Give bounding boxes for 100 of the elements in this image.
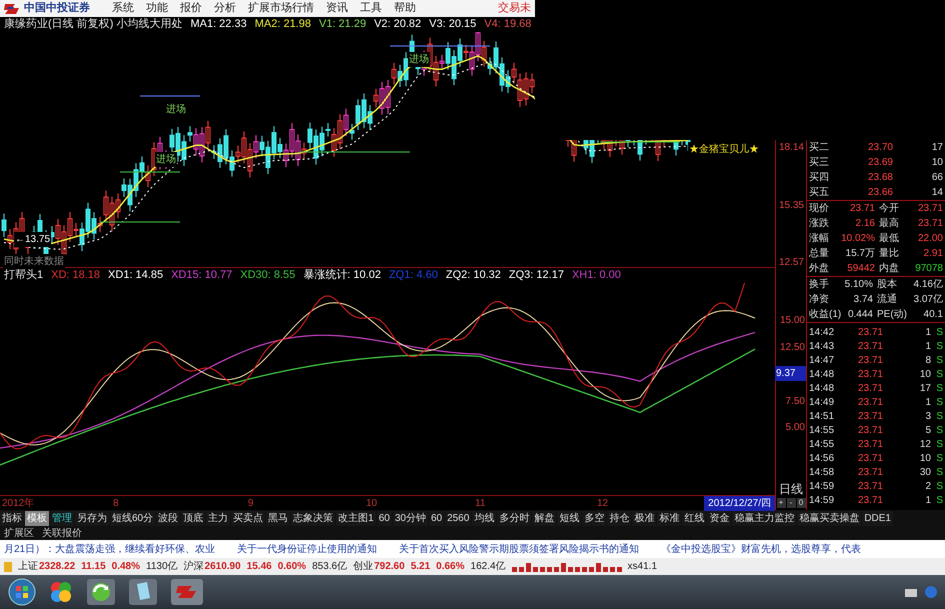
news-headline[interactable]: 关于首次买入风险警示期股票须签署风险揭示书的通知 bbox=[399, 542, 640, 556]
tick-volume: 1 bbox=[924, 340, 931, 354]
tab[interactable]: 志象决策 bbox=[291, 511, 336, 526]
tab[interactable]: 短线60分 bbox=[110, 511, 156, 526]
news-headline[interactable]: 月21日）：大盘震荡走强，继续看好环保、农业 bbox=[4, 542, 216, 556]
tick-volume: 10 bbox=[918, 452, 931, 466]
tab[interactable]: 多空 bbox=[582, 511, 606, 526]
tab[interactable]: 黑马 bbox=[266, 511, 290, 526]
colorful-app-icon[interactable] bbox=[48, 579, 74, 605]
tick-volume: 3 bbox=[924, 410, 931, 424]
tab[interactable]: 资金 bbox=[707, 511, 732, 526]
tab[interactable]: 改主图1 bbox=[336, 511, 376, 526]
quote-label: 买三 bbox=[809, 156, 830, 170]
news-headline[interactable]: 关于一代身份证停止使用的通知 bbox=[237, 542, 378, 556]
tick-price: 23.71 bbox=[856, 396, 883, 410]
tab[interactable]: 均线 bbox=[472, 511, 496, 526]
tick-side: S bbox=[935, 410, 943, 424]
tick-side: S bbox=[935, 494, 943, 508]
tick-side: S bbox=[935, 452, 943, 466]
tab[interactable]: 60 bbox=[376, 511, 392, 526]
tick-time: 14:58 bbox=[809, 466, 836, 480]
tab[interactable]: 波段 bbox=[156, 511, 180, 526]
tick-time: 14:47 bbox=[809, 354, 836, 368]
quote-label: 外盘 bbox=[809, 262, 830, 276]
tab[interactable]: 60 bbox=[428, 511, 444, 526]
tab[interactable]: 2560 bbox=[445, 511, 472, 526]
indicator-value: V1: 21.29 bbox=[318, 17, 366, 32]
indicator-value: ZQ2: 10.32 bbox=[446, 268, 501, 284]
tab[interactable]: 短线 bbox=[557, 511, 582, 526]
quote-label: 今开 bbox=[879, 202, 900, 216]
tray-icon[interactable] bbox=[905, 587, 917, 597]
tick-price: 23.71 bbox=[856, 480, 883, 494]
tab[interactable]: DDE1 bbox=[862, 511, 893, 526]
tab[interactable]: 多分时 bbox=[497, 511, 532, 526]
quote-label: 内盘 bbox=[879, 262, 900, 276]
trade-label[interactable]: 交易未 bbox=[498, 0, 531, 17]
extension-tab[interactable]: 关联报价 bbox=[42, 526, 82, 541]
tab[interactable]: 主力 bbox=[206, 511, 230, 526]
tick-time: 14:59 bbox=[809, 494, 836, 508]
menu-item[interactable]: 工具 bbox=[360, 0, 382, 17]
tick-volume: 1 bbox=[924, 494, 931, 508]
quote-label: 股本 bbox=[877, 278, 897, 292]
menu-item[interactable]: 功能 bbox=[146, 0, 168, 17]
quote-label: 流通 bbox=[877, 292, 897, 307]
trading-app-icon[interactable] bbox=[170, 578, 204, 606]
zoom-button[interactable]: 0 bbox=[796, 498, 806, 508]
zoom-button[interactable]: + bbox=[776, 498, 786, 508]
tab[interactable]: 稳赢买卖操盘 bbox=[797, 511, 862, 526]
start-button-icon[interactable] bbox=[8, 578, 36, 606]
extension-tab[interactable]: 扩展区 bbox=[4, 526, 34, 541]
indicator-value: 暴涨统计: 10.02 bbox=[303, 268, 381, 284]
tab[interactable]: 极准 bbox=[632, 511, 656, 526]
status-icon bbox=[4, 562, 12, 572]
low-price-label: ←13.75 bbox=[14, 232, 52, 247]
tab[interactable]: 顶底 bbox=[181, 511, 206, 526]
quote-value: 23.70 bbox=[866, 141, 893, 155]
quote-value: 23.66 bbox=[866, 186, 893, 200]
tick-time: 14:55 bbox=[809, 438, 836, 452]
menu-item[interactable]: 分析 bbox=[214, 0, 236, 17]
indicator-value: 打帮头1 bbox=[4, 268, 44, 284]
quote-value: 15.7万 bbox=[844, 247, 875, 261]
tick-time: 14:42 bbox=[809, 326, 836, 340]
quote-label: 总量 bbox=[809, 246, 830, 261]
tab[interactable]: 管理 bbox=[50, 511, 74, 526]
indicator-value: MA2: 21.98 bbox=[254, 17, 311, 32]
menu-item[interactable]: 报价 bbox=[180, 0, 202, 17]
zoom-button[interactable]: - bbox=[786, 498, 796, 508]
menu-item[interactable]: 系统 bbox=[112, 0, 134, 17]
period-label[interactable]: 日线 bbox=[776, 480, 806, 498]
tab[interactable]: 稳赢主力监控 bbox=[732, 511, 796, 526]
tab[interactable]: 买卖点 bbox=[231, 511, 266, 526]
refresh-app-icon[interactable] bbox=[86, 578, 116, 606]
signal-label: 进场 bbox=[155, 152, 177, 167]
quote-value: 23.71 bbox=[916, 202, 943, 216]
tab[interactable]: 30分钟 bbox=[392, 511, 428, 526]
quote-value: 23.68 bbox=[866, 171, 893, 185]
quote-value: 66 bbox=[930, 171, 943, 185]
quote-value: 10.02% bbox=[840, 232, 875, 246]
document-app-icon[interactable] bbox=[128, 578, 158, 606]
tab[interactable]: 另存为 bbox=[75, 511, 109, 526]
tab[interactable]: 解盘 bbox=[532, 511, 556, 526]
menu-item[interactable]: 资讯 bbox=[326, 0, 348, 17]
tick-price: 23.71 bbox=[856, 452, 883, 466]
tick-time: 14:48 bbox=[809, 382, 836, 396]
menu-item[interactable]: 扩展市场行情 bbox=[248, 0, 314, 17]
tab[interactable]: 持仓 bbox=[607, 511, 632, 526]
tab[interactable]: 指标 bbox=[0, 511, 24, 526]
quote-label: 量比 bbox=[879, 246, 900, 261]
quote-label: 现价 bbox=[809, 202, 830, 216]
tab[interactable]: 标准 bbox=[657, 511, 682, 526]
tick-price: 23.71 bbox=[856, 382, 883, 396]
tick-price: 23.71 bbox=[856, 326, 883, 340]
news-headline[interactable]: 《金中投选股宝》财富先机，选股尊享，代表 bbox=[661, 542, 862, 556]
quote-label: 买五 bbox=[809, 186, 830, 200]
tab[interactable]: 模板 bbox=[25, 511, 49, 526]
tab[interactable]: 红线 bbox=[682, 511, 706, 526]
menu-item[interactable]: 帮助 bbox=[394, 0, 416, 17]
logo-text: 中国中投证券 bbox=[24, 0, 90, 16]
tick-volume: 5 bbox=[924, 424, 931, 438]
axis-label: 18.14 bbox=[778, 141, 804, 155]
